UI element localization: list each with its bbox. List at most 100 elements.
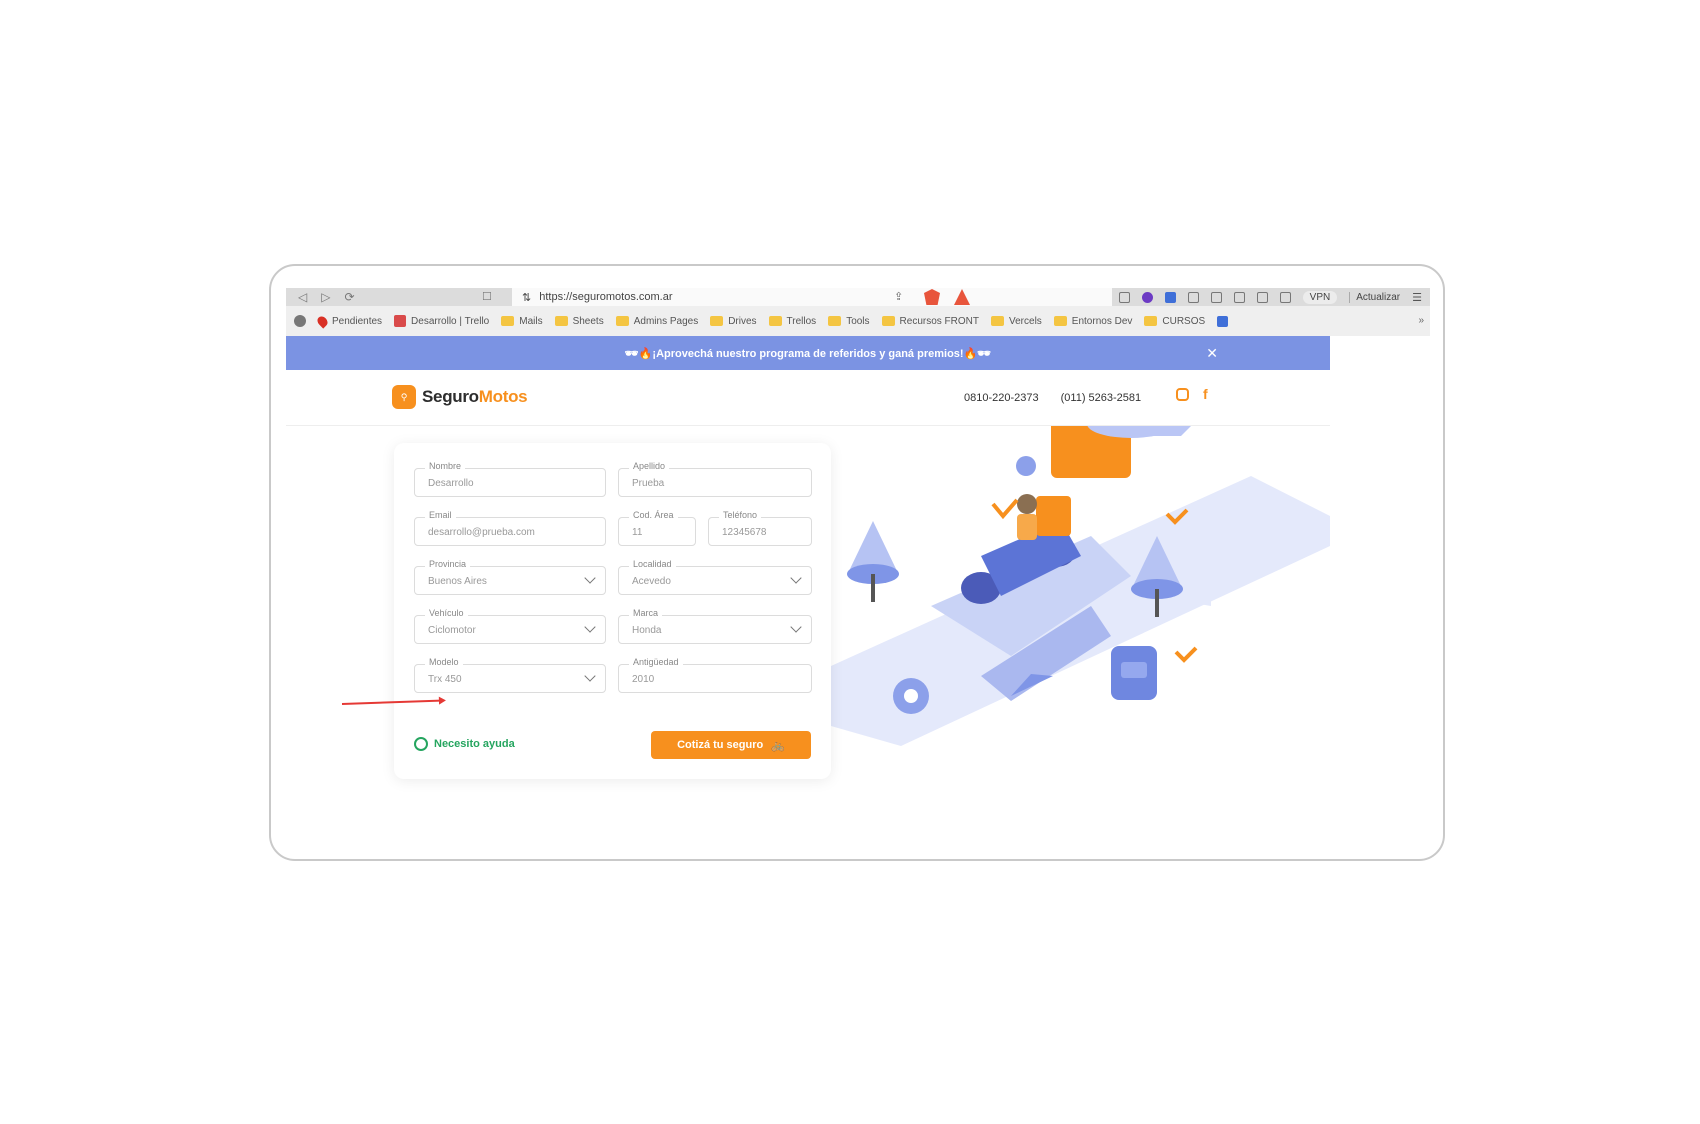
bookmark-tools[interactable]: Tools xyxy=(828,316,870,327)
promo-text: 🕶🔥¡Aprovechá nuestro programa de referid… xyxy=(624,347,992,360)
bookmark-mails[interactable]: Mails xyxy=(501,315,543,327)
sidebar-toggle-icon[interactable] xyxy=(1256,291,1268,303)
back-icon[interactable]: ◁ xyxy=(298,290,307,304)
social-links: f xyxy=(1176,387,1208,401)
bookmark-label: Entornos Dev xyxy=(1071,315,1133,327)
field-label: Email xyxy=(425,510,456,520)
chevron-down-icon xyxy=(584,572,596,584)
contact-phones: 0810-220-2373 (011) 5263-2581 xyxy=(964,392,1141,404)
extension-icon[interactable] xyxy=(1187,291,1199,303)
site-settings-icon[interactable]: ⇅ xyxy=(522,291,531,304)
antiguedad-field[interactable]: Antigüedad 2010 xyxy=(618,657,812,693)
motorcycle-logo-icon: ⚲ xyxy=(392,385,416,409)
field-label: Antigüedad xyxy=(629,657,683,667)
bookmark-label: Trellos xyxy=(786,315,817,327)
vehiculo-select[interactable]: Vehículo Ciclomotor xyxy=(414,608,606,644)
bookmark-trello[interactable]: Desarrollo | Trello xyxy=(394,315,489,327)
bookmark-vercels[interactable]: Vercels xyxy=(991,316,1042,327)
pin-icon xyxy=(315,313,330,329)
bookmark-label: Pendientes xyxy=(332,315,383,327)
bookmark-admins-pages[interactable]: Admins Pages xyxy=(615,315,699,327)
vpn-button[interactable]: VPN xyxy=(1302,290,1338,304)
field-label: Teléfono xyxy=(719,510,762,520)
bookmarks-bar: Pendientes Desarrollo | Trello Mails She… xyxy=(286,306,1430,336)
bookmark-recursos-front[interactable]: Recursos FRONT xyxy=(881,315,979,327)
field-value: Desarrollo xyxy=(428,478,474,489)
address-bar[interactable]: ⇅ https://seguromotos.com.ar xyxy=(512,288,1112,306)
folder-icon xyxy=(828,316,842,326)
field-label: Nombre xyxy=(425,461,466,471)
folder-icon xyxy=(501,316,515,326)
bookmark-github[interactable] xyxy=(294,315,306,327)
blue-extension-icon[interactable] xyxy=(1164,291,1176,303)
camera-extension-icon[interactable] xyxy=(1210,291,1222,303)
localidad-select[interactable]: Localidad Acevedo xyxy=(618,559,812,595)
folder-icon xyxy=(554,316,568,326)
bookmark-drives[interactable]: Drives xyxy=(710,315,757,327)
team-extension-icon[interactable] xyxy=(1141,291,1153,303)
provincia-select[interactable]: Provincia Buenos Aires xyxy=(414,559,606,595)
folder-icon xyxy=(881,316,895,326)
bookmark-entornos-dev[interactable]: Entornos Dev xyxy=(1053,315,1133,327)
folder-icon xyxy=(991,316,1004,326)
field-value: Buenos Aires xyxy=(428,576,487,587)
close-icon[interactable]: ✕ xyxy=(1206,345,1218,362)
cod-area-field[interactable]: Cod. Área 11 xyxy=(618,510,696,546)
bookmark-pendientes[interactable]: Pendientes xyxy=(315,313,383,329)
email-field[interactable]: Email desarrollo@prueba.com xyxy=(414,510,606,546)
share-icon[interactable]: ⇪ xyxy=(894,290,903,303)
chevron-down-icon xyxy=(790,621,802,633)
update-button[interactable]: Actualizar xyxy=(1349,291,1400,303)
page-scrollbar-area xyxy=(1330,336,1430,849)
bookmark-label: Mails xyxy=(519,315,543,327)
quote-button[interactable]: Cotizá tu seguro 🚲 xyxy=(651,731,811,759)
motorcycle-illustration xyxy=(831,426,1330,746)
field-value: Acevedo xyxy=(632,576,671,587)
modelo-select[interactable]: Modelo Trx 450 xyxy=(414,657,606,693)
pen-extension-icon[interactable] xyxy=(1118,291,1130,303)
phone-link-1[interactable]: 0810-220-2373 xyxy=(964,392,1039,404)
bookmark-label: Admins Pages xyxy=(633,315,699,327)
forward-icon[interactable]: ▷ xyxy=(321,290,330,304)
nombre-field[interactable]: Nombre Desarrollo xyxy=(414,461,606,497)
reload-icon[interactable]: ⟳ xyxy=(344,290,354,304)
logo-text: SeguroMotos xyxy=(422,387,528,407)
github-icon xyxy=(294,315,306,327)
field-value: 2010 xyxy=(632,674,655,685)
apellido-field[interactable]: Apellido Prueba xyxy=(618,461,812,497)
logo-text-main: Seguro xyxy=(422,387,479,406)
folder-icon xyxy=(615,316,629,326)
instagram-icon[interactable] xyxy=(1176,388,1189,401)
promo-banner: 🕶🔥¡Aprovechá nuestro programa de referid… xyxy=(286,336,1330,370)
menu-icon[interactable]: ☰ xyxy=(1412,291,1422,304)
quote-button-label: Cotizá tu seguro xyxy=(677,739,764,751)
marca-select[interactable]: Marca Honda xyxy=(618,608,812,644)
bookmark-page-icon[interactable]: ☐ xyxy=(482,290,492,303)
bookmarks-overflow-icon[interactable]: » xyxy=(1418,315,1424,326)
bookmark-label: CURSOS xyxy=(1162,315,1206,327)
extensions-area: VPN Actualizar ☰ xyxy=(1118,288,1430,306)
facebook-icon[interactable]: f xyxy=(1203,387,1208,401)
field-value: Honda xyxy=(632,625,662,636)
field-value: Prueba xyxy=(632,478,665,489)
screenshot-frame: ◁ ▷ ⟳ ☐ ⇅ https://seguromotos.com.ar ⇪ V… xyxy=(269,264,1445,861)
bookmark-cursos[interactable]: CURSOS xyxy=(1144,316,1205,327)
puzzle-extensions-icon[interactable] xyxy=(1233,291,1245,303)
browser-toolbar: ◁ ▷ ⟳ ☐ ⇅ https://seguromotos.com.ar ⇪ V… xyxy=(286,288,1430,306)
field-label: Localidad xyxy=(629,559,676,569)
field-label: Apellido xyxy=(629,461,670,471)
url-text: https://seguromotos.com.ar xyxy=(539,291,673,303)
telefono-field[interactable]: Teléfono 12345678 xyxy=(708,510,812,546)
bookmark-label: Recursos FRONT xyxy=(899,315,979,327)
help-link[interactable]: Necesito ayuda xyxy=(414,737,515,751)
bookmark-sheets[interactable]: Sheets xyxy=(554,316,604,327)
wallet-icon[interactable] xyxy=(1279,291,1291,303)
bookmark-trellos[interactable]: Trellos xyxy=(768,315,817,327)
logo-text-accent: Motos xyxy=(478,387,528,406)
bookmark-extra[interactable] xyxy=(1217,315,1229,327)
phone-link-2[interactable]: (011) 5263-2581 xyxy=(1061,392,1142,404)
site-logo[interactable]: ⚲ SeguroMotos xyxy=(392,385,528,409)
bookmark-label: Drives xyxy=(728,315,757,327)
bookmark-label: Desarrollo | Trello xyxy=(411,315,490,327)
field-label: Cod. Área xyxy=(629,510,678,520)
